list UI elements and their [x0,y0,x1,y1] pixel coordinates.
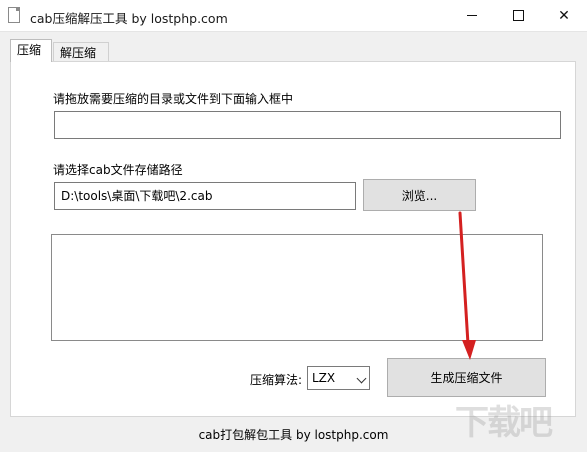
tab-decompress[interactable]: 解压缩 [53,42,109,62]
title-bar: cab压缩解压工具 by lostphp.com ✕ [0,0,587,32]
app-icon [8,7,20,23]
watermark-logo: 下载吧 [455,403,553,443]
generate-button-label: 生成压缩文件 [430,371,503,385]
window-title: cab压缩解压工具 by lostphp.com [30,11,228,26]
browse-button[interactable]: 浏览... [363,179,476,211]
tab-compress[interactable]: 压缩 [10,39,52,62]
algorithm-selected: LZX [312,371,336,385]
algorithm-label: 压缩算法: [250,373,303,387]
minimize-icon [467,15,477,16]
maximize-icon [512,10,524,21]
file-list-textarea[interactable] [51,234,543,341]
maximize-button[interactable] [495,0,541,31]
path-input[interactable]: D:\tools\桌面\下载吧\2.cab [54,182,356,210]
algorithm-select[interactable]: LZX [307,366,370,390]
chevron-down-icon [356,373,367,384]
tab-decompress-label: 解压缩 [60,46,97,60]
compress-panel: 请拖放需要压缩的目录或文件到下面输入框中 请选择cab文件存储路径 D:\too… [10,61,576,417]
generate-button[interactable]: 生成压缩文件 [387,358,546,397]
close-icon: ✕ [558,7,570,24]
close-button[interactable]: ✕ [541,0,587,31]
drop-input[interactable] [54,111,561,139]
tab-compress-label: 压缩 [17,43,42,57]
browse-button-label: 浏览... [401,188,438,203]
minimize-button[interactable] [449,0,495,31]
drop-label: 请拖放需要压缩的目录或文件到下面输入框中 [53,92,294,106]
path-label: 请选择cab文件存储路径 [53,163,183,177]
